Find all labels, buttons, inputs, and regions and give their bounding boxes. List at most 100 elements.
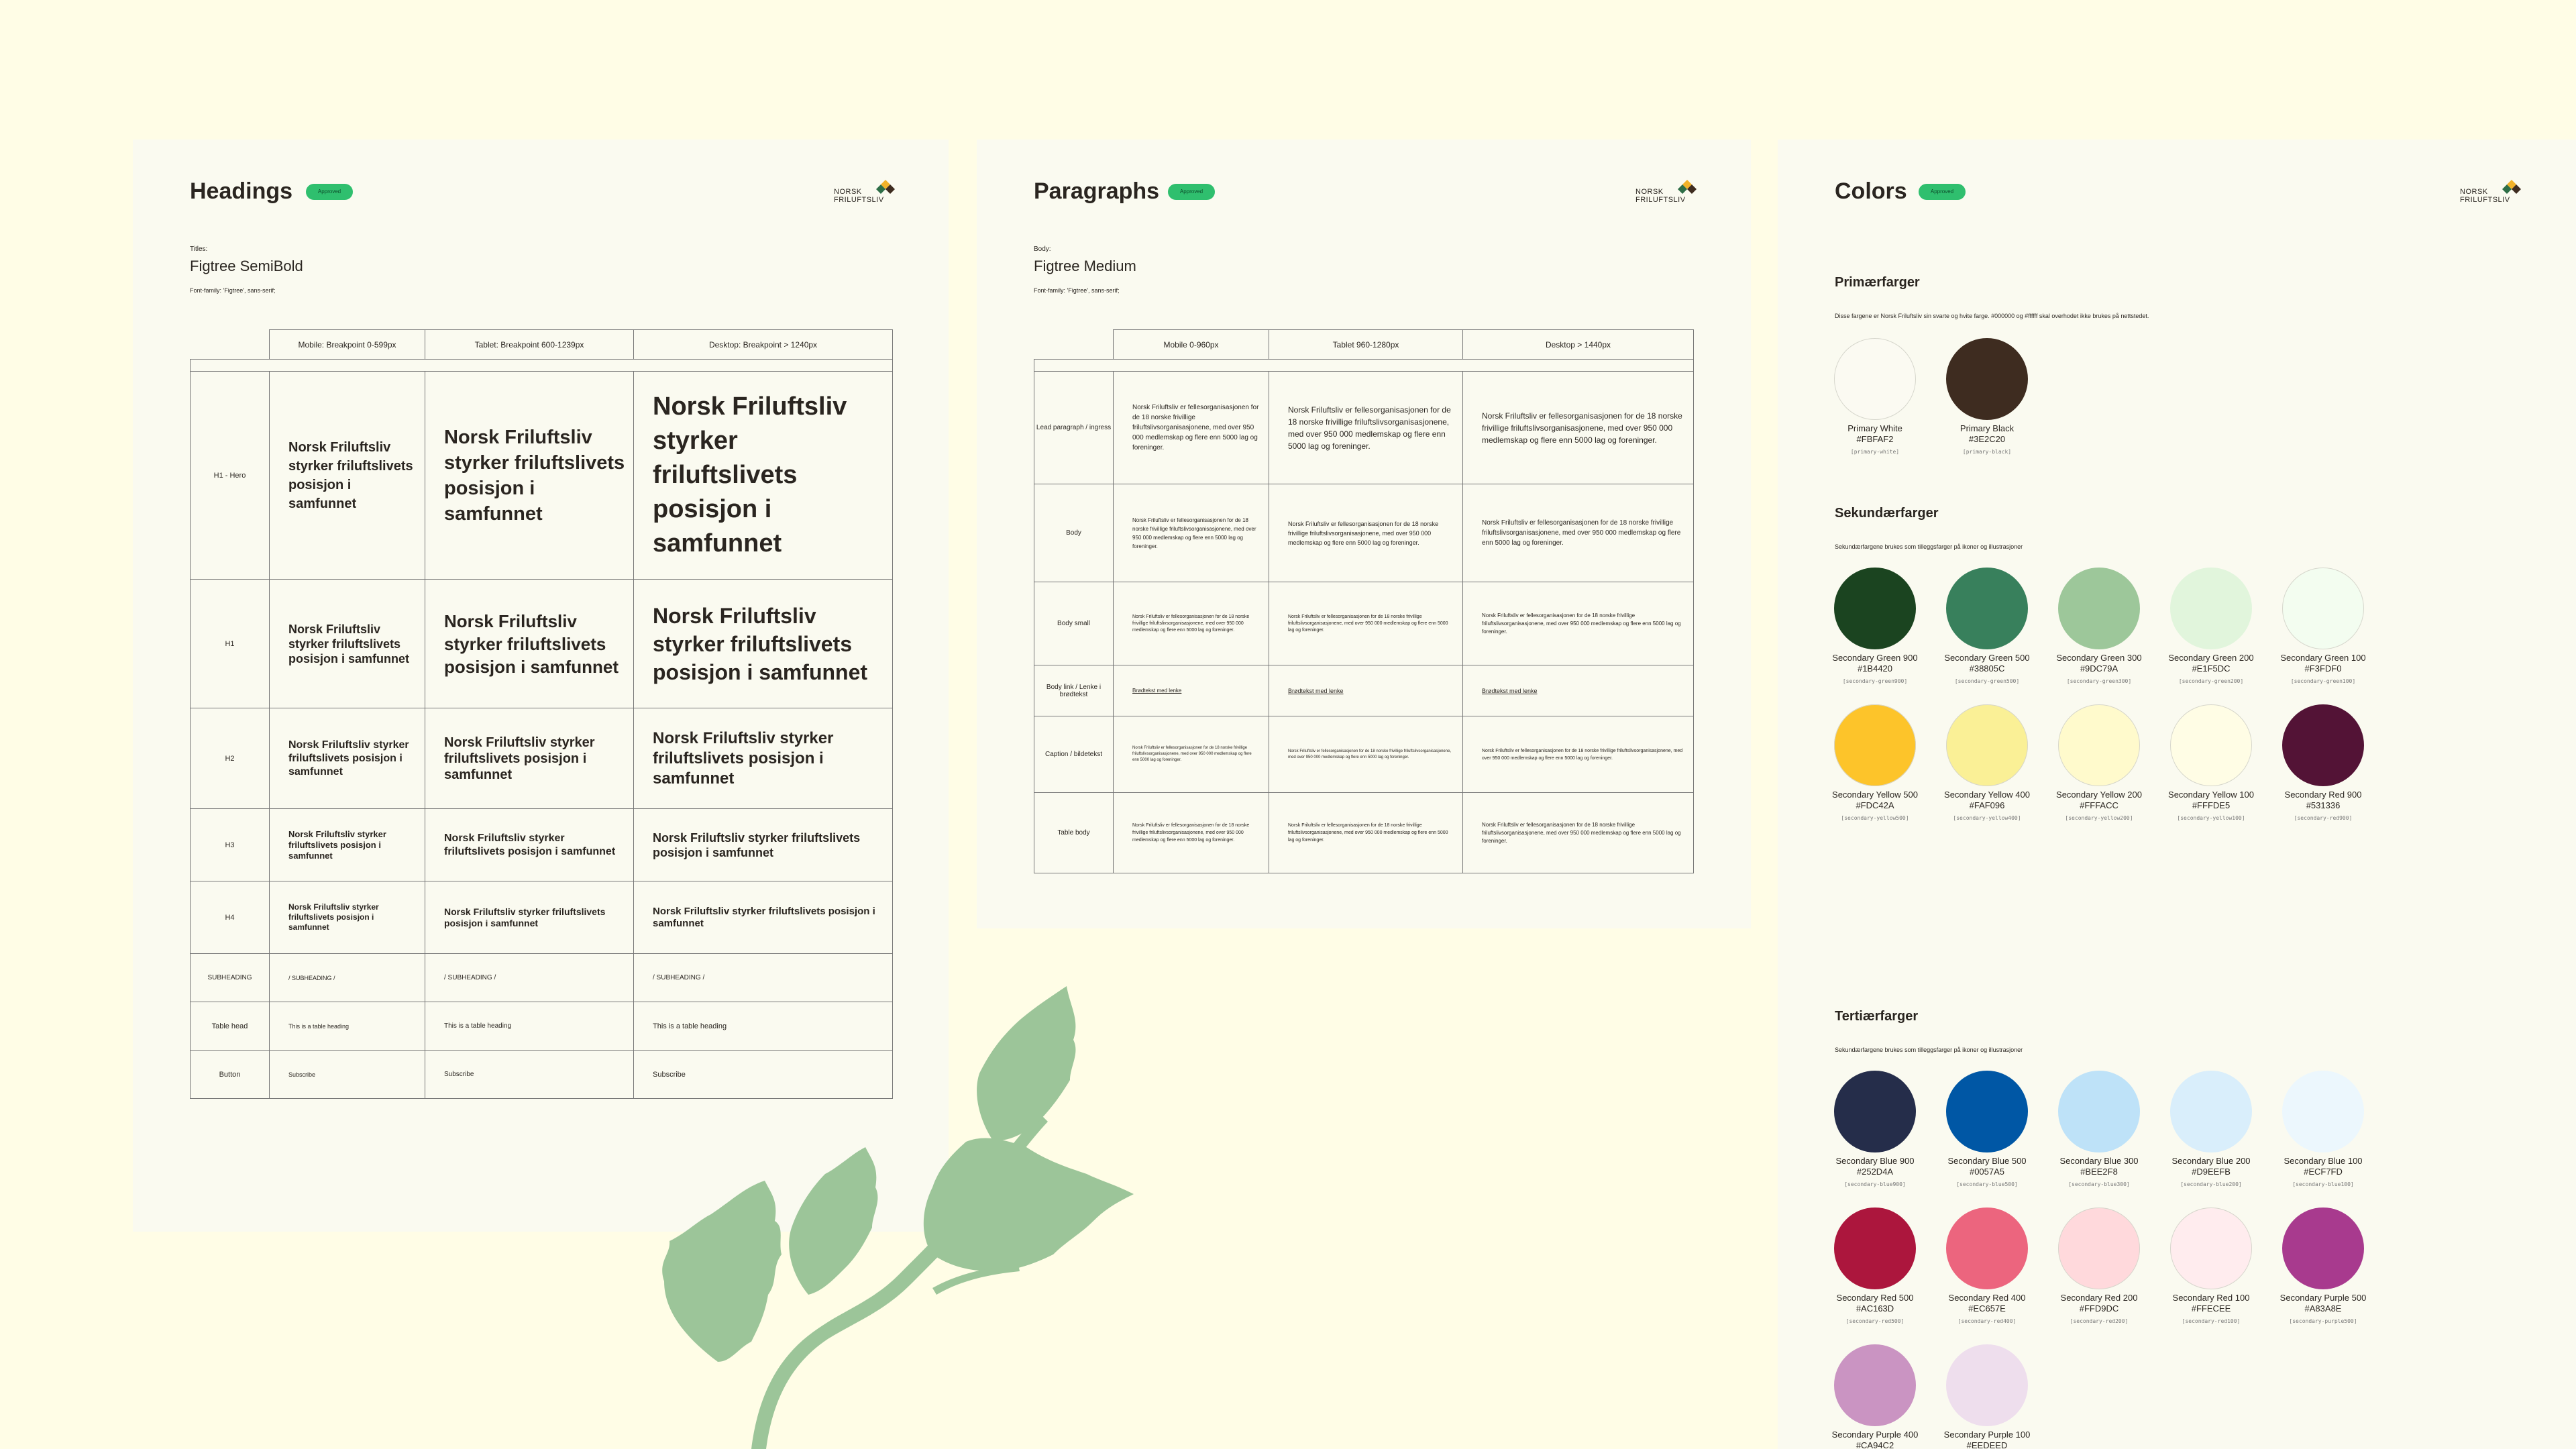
paragraphs-spec-table: Mobile 0-960px Tablet 960-1280px Desktop…	[1034, 329, 1694, 873]
row-label: Body	[1034, 484, 1114, 582]
secondary-colors-title: Sekundærfarger	[1835, 506, 1939, 521]
body-label: Body:	[1034, 246, 1051, 253]
swatch-token: [secondary-green300]	[2066, 678, 2132, 684]
logo-line-1: NORSK	[1635, 188, 1664, 196]
color-swatch: Secondary Red 400 #EC657E [secondary-red40…	[1930, 1208, 2044, 1324]
font-family-note: Font-family: 'Figtree', sans-serif;	[1034, 287, 1120, 294]
swatch-name: Secondary Red 200	[2060, 1293, 2138, 1303]
norsk-friluftsliv-logo: NORSK FRILUFTSLIV	[1635, 180, 1697, 211]
row-label: H2	[190, 708, 270, 809]
swatch-hex: #A83A8E	[2304, 1303, 2342, 1313]
color-swatch: Secondary Blue 200 #D9EEFB [secondary-blue…	[2154, 1071, 2268, 1187]
color-swatch: Secondary Purple 500 #A83A8E [secondary-pu…	[2266, 1208, 2380, 1324]
swatch-hex: #CA94C2	[1856, 1440, 1894, 1449]
sample-text: Norsk Friluftsliv styrker friluftslivets…	[269, 881, 425, 954]
row-label: Caption / bildetekst	[1034, 716, 1114, 793]
sample-text: Norsk Friluftsliv styrker friluftslivets…	[633, 881, 893, 954]
sample-text: Norsk Friluftsliv styrker friluftslivets…	[425, 808, 634, 881]
swatch-token: [secondary-red400]	[1957, 1318, 2017, 1324]
column-header-mobile: Mobile: Breakpoint 0-599px	[269, 329, 425, 360]
logo-line-2: FRILUFTSLIV	[2460, 196, 2510, 204]
swatch-hex: #D9EEFB	[2192, 1167, 2231, 1177]
swatch-name: Secondary Red 400	[1948, 1293, 2026, 1303]
body-link[interactable]: Brødtekst med lenke	[1288, 688, 1344, 694]
tertiary-colors-desc: Sekundærfargene brukes som tilleggsfarge…	[1835, 1046, 2023, 1053]
color-swatch: Secondary Green 100 #F3FDF0 [secondary-gre…	[2266, 568, 2380, 684]
body-link[interactable]: Brødtekst med lenke	[1132, 688, 1181, 694]
swatch-circle	[2058, 568, 2140, 649]
row-label: Lead paragraph / ingress	[1034, 371, 1114, 484]
swatch-circle	[1946, 1344, 2028, 1426]
swatch-name: Secondary Purple 100	[1943, 1430, 2031, 1440]
table-row: Body Norsk Friluftsliv er fellesorganisa…	[1034, 484, 1694, 582]
row-label: Button	[190, 1050, 270, 1099]
swatch-name: Secondary Yellow 100	[2168, 790, 2254, 800]
swatch-token: [secondary-red500]	[1845, 1318, 1904, 1324]
color-swatch: Secondary Purple 400#CA94C2[secondary-pu…	[1818, 1344, 1932, 1449]
row-label: Table head	[190, 1002, 270, 1051]
logo-mark-icon	[876, 180, 895, 194]
logo-line-2: FRILUFTSLIV	[1635, 196, 1686, 204]
body-link[interactable]: Brødtekst med lenke	[1482, 688, 1538, 694]
table-row: Body link / Lenke i brødtekst Brødtekst …	[1034, 665, 1694, 716]
swatch-circle	[2282, 568, 2364, 649]
sample-text: Norsk Friluftsliv styrker friluftslivets…	[633, 371, 893, 580]
swatch-token: [secondary-green900]	[1842, 678, 1908, 684]
status-badge: Approved	[1919, 184, 1966, 200]
norsk-friluftsliv-logo: NORSK FRILUFTSLIV	[834, 180, 896, 211]
sample-text: Norsk Friluftsliv er fellesorganisasjone…	[1462, 484, 1694, 582]
swatch-hex: #FDC42A	[1856, 800, 1894, 810]
swatch-hex: #F3FDF0	[2304, 663, 2342, 674]
sample-text: Norsk Friluftsliv er fellesorganisasjone…	[1269, 582, 1463, 665]
table-row: Table body Norsk Friluftsliv er fellesor…	[1034, 792, 1694, 873]
headings-title: Headings	[190, 178, 293, 204]
sample-text: Norsk Friluftsliv er fellesorganisasjone…	[1113, 716, 1269, 793]
column-header-mobile: Mobile 0-960px	[1113, 329, 1269, 360]
swatch-token: [secondary-red200]	[2070, 1318, 2129, 1324]
swatch-token: [secondary-green200]	[2178, 678, 2244, 684]
color-swatch: Secondary Red 100 #FFECEE [secondary-red10…	[2154, 1208, 2268, 1324]
swatch-hex: #38805C	[1969, 663, 2005, 674]
swatch-circle	[2170, 1071, 2252, 1152]
swatch-token: [secondary-red900]	[2294, 815, 2353, 821]
color-swatch: Primary White #FBFAF2 [primary-white]	[1818, 338, 1932, 455]
table-row: Lead paragraph / ingress Norsk Friluftsl…	[1034, 371, 1694, 484]
swatch-hex: #FFFACC	[2080, 800, 2118, 810]
swatch-hex: #E1F5DC	[2192, 663, 2231, 674]
swatch-name: Secondary Green 900	[1832, 653, 1918, 663]
swatch-token: [secondary-blue500]	[1956, 1181, 2018, 1187]
swatch-token: [secondary-blue300]	[2068, 1181, 2130, 1187]
sample-text: Subscribe	[269, 1050, 425, 1099]
row-label: SUBHEADING	[190, 953, 270, 1002]
sample-text: Norsk Friluftsliv er fellesorganisasjone…	[1462, 371, 1694, 484]
swatch-circle	[2170, 568, 2252, 649]
colors-card: Colors Approved NORSK FRILUFTSLIV Primærf…	[1778, 140, 2576, 1449]
column-header-tablet: Tablet 960-1280px	[1269, 329, 1463, 360]
color-swatch: Secondary Red 900 #531336 [secondary-red90…	[2266, 704, 2380, 821]
sample-text: Norsk Friluftsliv styrker friluftslivets…	[269, 579, 425, 708]
color-swatch: Secondary Blue 100 #ECF7FD [secondary-blue…	[2266, 1071, 2380, 1187]
sample-text: Norsk Friluftsliv styrker friluftslivets…	[425, 708, 634, 809]
swatch-circle	[1946, 568, 2028, 649]
swatch-hex: #1B4420	[1857, 663, 1893, 674]
row-label: Body link / Lenke i brødtekst	[1034, 665, 1114, 716]
swatch-circle	[1834, 1344, 1916, 1426]
swatch-circle	[2170, 704, 2252, 786]
color-swatch: Secondary Yellow 100 #FFFDE5 [secondary-ye…	[2154, 704, 2268, 821]
sample-text: Norsk Friluftsliv er fellesorganisasjone…	[1269, 371, 1463, 484]
swatch-name: Primary Black	[1960, 423, 2015, 433]
swatch-token: [secondary-yellow500]	[1841, 815, 1909, 821]
swatch-circle	[2058, 1071, 2140, 1152]
leaf-right-large	[923, 1138, 1134, 1271]
color-swatch: Secondary Purple 100#EEDEED[secondary-pu…	[1930, 1344, 2044, 1449]
swatch-name: Secondary Blue 900	[1835, 1156, 1915, 1166]
swatch-hex: #AC163D	[1856, 1303, 1894, 1313]
tertiary-colors-title: Tertiærfarger	[1835, 1009, 1919, 1024]
status-badge: Approved	[306, 184, 353, 200]
table-row: H1 Norsk Friluftsliv styrker friluftsliv…	[190, 579, 893, 708]
swatch-circle	[1834, 568, 1916, 649]
sample-text: Norsk Friluftsliv er fellesorganisasjone…	[1462, 716, 1694, 793]
swatch-circle	[1946, 338, 2028, 420]
swatch-circle	[1834, 704, 1916, 786]
swatch-hex: #EC657E	[1968, 1303, 2006, 1313]
